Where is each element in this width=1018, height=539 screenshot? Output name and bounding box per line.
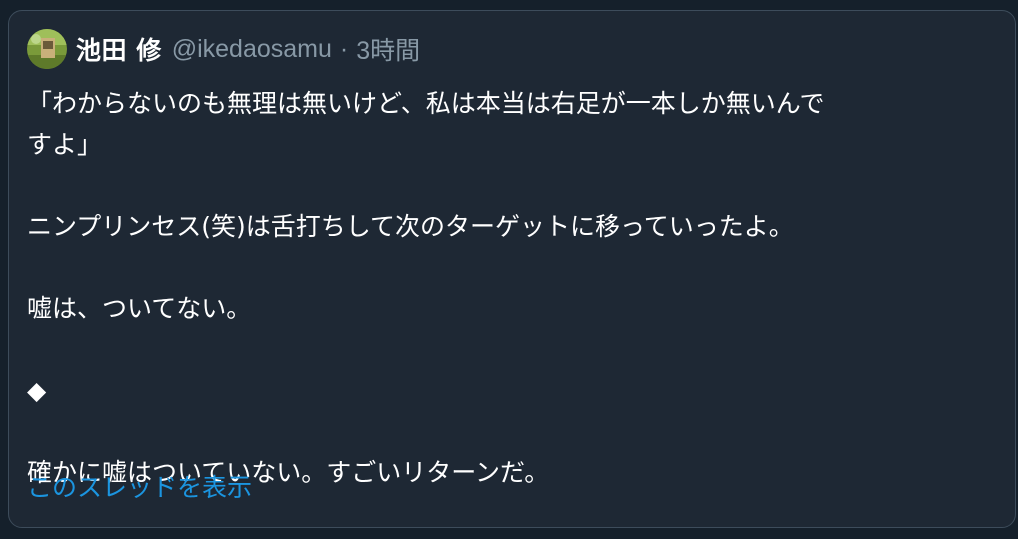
show-thread-link[interactable]: このスレッドを表示 (27, 467, 252, 508)
tweet-line: 「わからないのも無理は無いけど、私は本当は右足が一本しか無いんで (27, 89, 825, 118)
separator-dot: · (339, 34, 349, 63)
tweet-card[interactable]: 池田 修 @ikedaosamu · 3時間 「わからないのも無理は無いけど、私… (8, 10, 1016, 528)
author-handle[interactable]: @ikedaosamu (172, 35, 332, 64)
tweet-line: ニンプリンセス(笑)は舌打ちして次のターゲットに移っていったよ。 (27, 212, 794, 241)
tweet-line: 嘘は、ついてない。 (27, 294, 252, 323)
tweet-text: 「わからないのも無理は無いけど、私は本当は右足が一本しか無いんで すよ」 ニンプ… (27, 83, 987, 493)
author-name[interactable]: 池田 修 (76, 31, 162, 67)
diamond-separator: ◆ (27, 376, 47, 405)
tweet-header: 池田 修 @ikedaosamu · 3時間 (27, 29, 420, 69)
tweet-line: すよ」 (27, 130, 103, 159)
avatar[interactable] (27, 29, 67, 69)
timestamp[interactable]: 3時間 (356, 31, 420, 67)
